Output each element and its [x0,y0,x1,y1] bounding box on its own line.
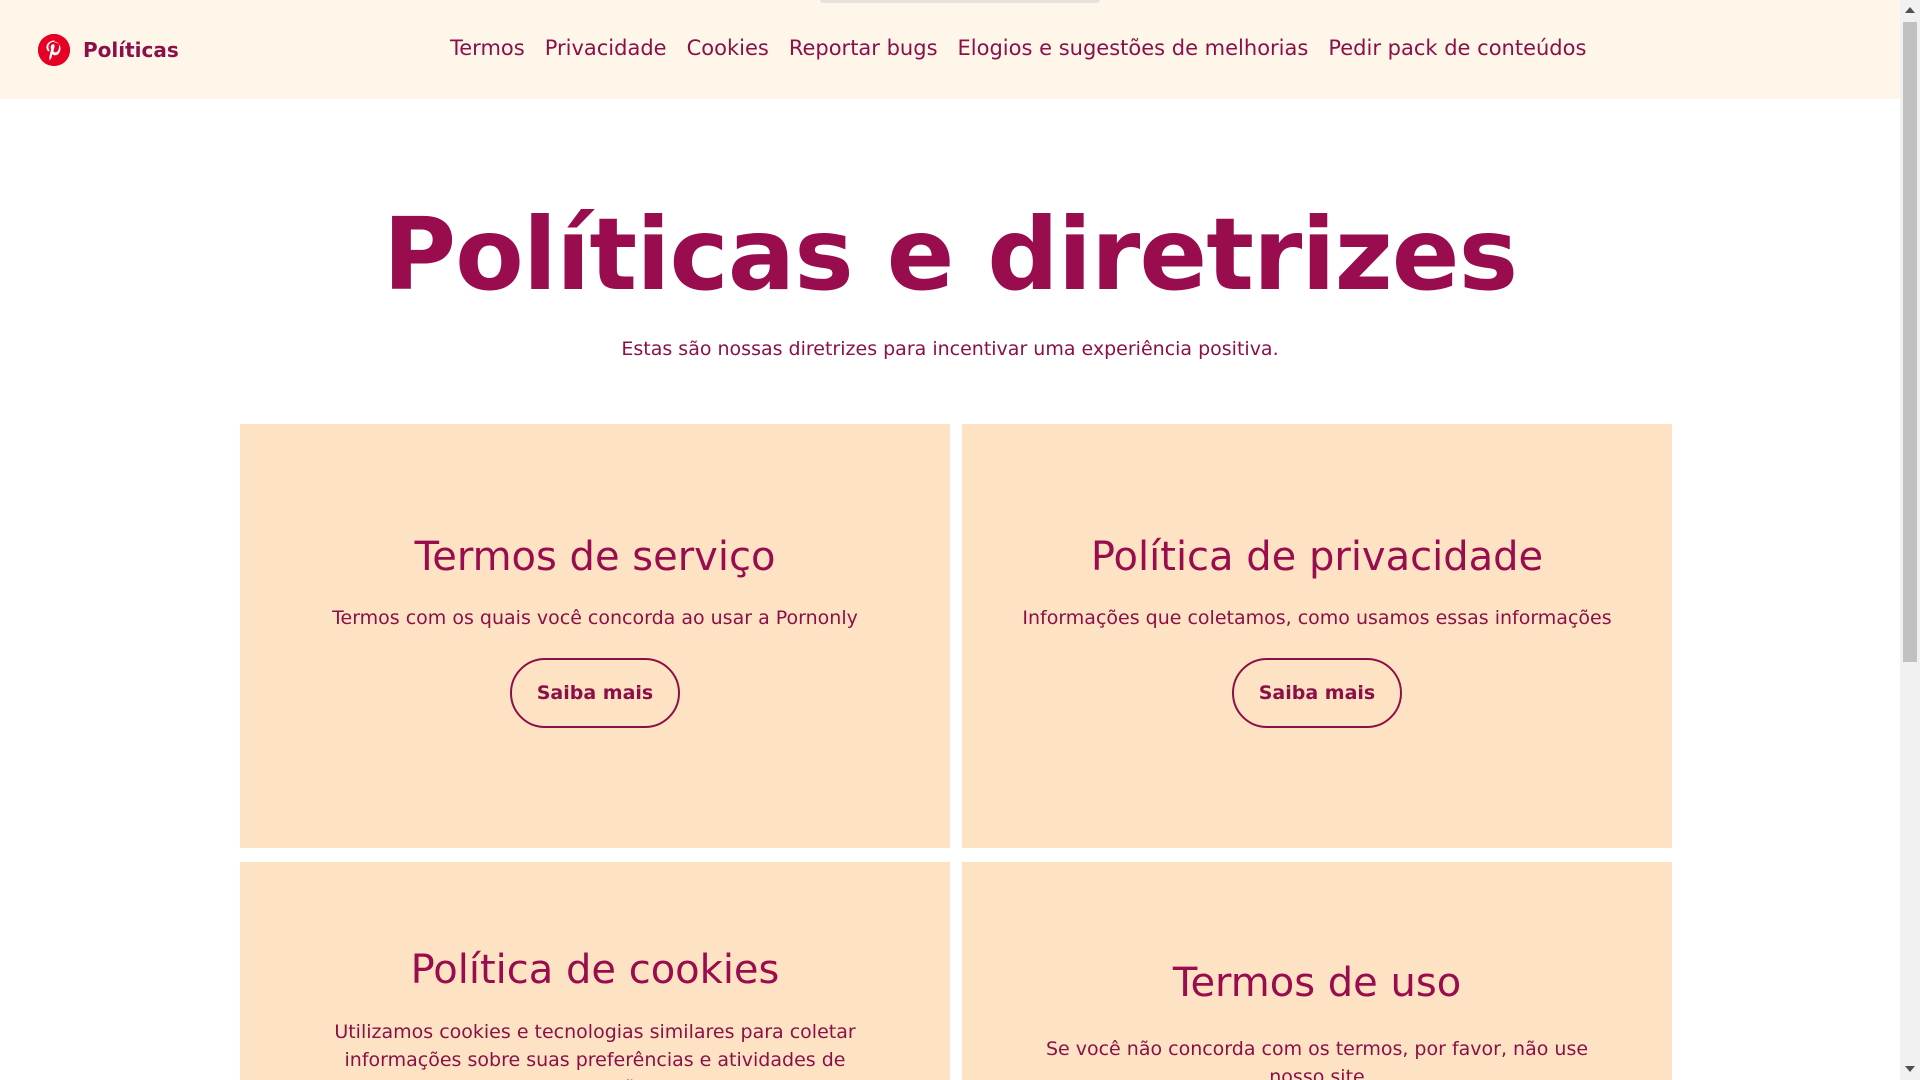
nav-termos[interactable]: Termos [450,36,525,60]
top-header: Políticas Termos Privacidade Cookies Rep… [0,0,1900,99]
page-subtitle: Estas são nossas diretrizes para incenti… [621,338,1279,360]
scroll-down-arrow-icon[interactable] [1905,1066,1915,1072]
card-politica-de-cookies: Política de cookies Utilizamos cookies e… [240,862,950,1080]
card-title: Termos de uso [1172,960,1462,1006]
saiba-mais-button[interactable]: Saiba mais [1232,658,1402,728]
vertical-scrollbar[interactable] [1900,0,1920,1080]
header-divider [820,0,1100,3]
main-nav: Termos Privacidade Cookies Reportar bugs… [450,36,1586,60]
nav-reportar-bugs[interactable]: Reportar bugs [789,36,938,60]
card-title: Termos de serviço [414,534,776,580]
nav-cookies[interactable]: Cookies [687,36,769,60]
card-title: Política de privacidade [1090,534,1544,580]
nav-elogios-sugestoes[interactable]: Elogios e sugestões de melhorias [958,36,1309,60]
brand[interactable]: Políticas [38,33,179,67]
nav-privacidade[interactable]: Privacidade [545,36,667,60]
scrollbar-thumb[interactable] [1903,22,1917,662]
page: Políticas Termos Privacidade Cookies Rep… [0,0,1900,1080]
card-title: Política de cookies [410,947,780,993]
card-description: Termos com os quais você concorda ao usa… [332,607,858,629]
card-description: Informações que coletamos, como usamos e… [1022,607,1612,629]
card-description: Se você não concorda com os termos, por … [1045,1038,1589,1080]
saiba-mais-button[interactable]: Saiba mais [510,658,680,728]
scroll-up-arrow-icon[interactable] [1905,7,1915,13]
nav-pedir-pack[interactable]: Pedir pack de conteúdos [1328,36,1586,60]
card-description: Utilizamos cookies e tecnologias similar… [334,1021,856,1080]
card-termos-de-servico: Termos de serviço Termos com os quais vo… [240,424,950,848]
card-termos-de-uso: Termos de uso Se você não concorda com o… [962,862,1672,1080]
brand-name[interactable]: Políticas [83,38,179,62]
page-title: Políticas e diretrizes [382,196,1518,313]
card-politica-de-privacidade: Política de privacidade Informações que … [962,424,1672,848]
pinterest-logo-icon[interactable] [38,34,70,66]
